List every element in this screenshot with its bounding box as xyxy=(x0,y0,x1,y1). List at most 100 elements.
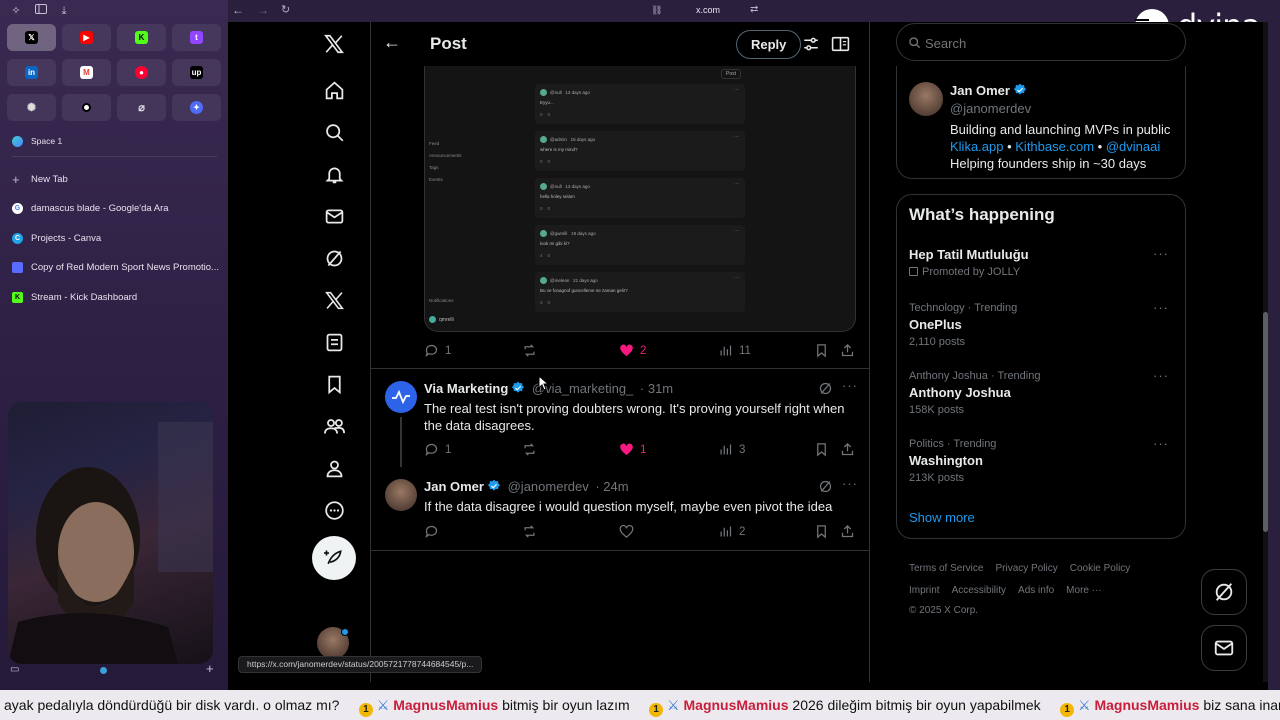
nav-profile[interactable] xyxy=(312,448,356,488)
pinned-tab-kick[interactable]: K xyxy=(117,24,166,51)
space-label[interactable]: Space 1 xyxy=(8,130,220,152)
pinned-tab-twitch[interactable]: t xyxy=(172,24,221,51)
space-dot-icon[interactable] xyxy=(100,667,107,674)
timestamp[interactable]: · 24m xyxy=(595,479,628,494)
pinned-tab-upwork[interactable]: up xyxy=(172,59,221,86)
views-action[interactable]: 2 xyxy=(718,524,745,539)
x-logo-button[interactable] xyxy=(312,24,356,64)
grok-floating-button[interactable] xyxy=(1201,569,1247,615)
repost-action[interactable] xyxy=(522,343,537,358)
like-action[interactable]: 2 xyxy=(619,343,646,358)
footer-link[interactable]: Privacy Policy xyxy=(995,563,1057,574)
more-options-icon[interactable]: ··· xyxy=(1153,246,1169,261)
share-action[interactable] xyxy=(840,524,855,539)
pinned-tab-chatgpt[interactable]: ✺ xyxy=(7,94,56,121)
pinned-tab-youtube-music[interactable]: ● xyxy=(117,59,166,86)
footer-link[interactable]: More ··· xyxy=(1066,585,1102,596)
avatar[interactable] xyxy=(385,381,417,413)
reply-action[interactable]: 1 xyxy=(424,343,451,358)
pinned-tab-gemini[interactable]: ✦ xyxy=(172,94,221,121)
pinned-tab-youtube[interactable]: ▶ xyxy=(62,24,111,51)
pinned-tab-dot[interactable] xyxy=(62,94,111,121)
profile-name[interactable]: Jan Omer xyxy=(950,83,1010,98)
profile-handle[interactable]: @janomerdev xyxy=(950,101,1031,116)
reply-post[interactable]: Jan Omer @janomerdev · 24m ··· If the da… xyxy=(371,467,869,550)
avatar[interactable] xyxy=(385,479,417,511)
show-more-link[interactable]: Show more xyxy=(909,510,975,525)
back-arrow-icon[interactable]: ← xyxy=(383,32,401,53)
reload-icon[interactable]: ↻ xyxy=(281,3,290,16)
display-name[interactable]: Via Marketing xyxy=(424,381,508,396)
tab-item[interactable]: K Stream - Kick Dashboard xyxy=(8,286,220,308)
filter-sliders-icon[interactable] xyxy=(802,35,820,53)
bookmark-action[interactable] xyxy=(814,442,829,457)
arc-logo-icon[interactable]: ✧ xyxy=(8,4,24,18)
display-name[interactable]: Jan Omer xyxy=(424,479,484,494)
sidebar-toggle-icon[interactable] xyxy=(33,4,49,18)
nav-lists[interactable] xyxy=(312,322,356,362)
pinned-tab-x[interactable]: 𝕏 xyxy=(7,24,56,51)
repost-action[interactable] xyxy=(522,524,537,539)
views-action[interactable]: 3 xyxy=(718,442,745,457)
bookmark-action[interactable] xyxy=(814,343,829,358)
nav-premium[interactable] xyxy=(312,280,356,320)
footer-link[interactable]: Terms of Service xyxy=(909,563,983,574)
compose-post-button[interactable] xyxy=(312,536,356,580)
trend-item[interactable]: Anthony Joshua · Trending Anthony Joshua… xyxy=(909,368,1171,418)
avatar[interactable] xyxy=(909,82,943,116)
handle[interactable]: @janomerdev xyxy=(508,479,589,494)
tab-item[interactable]: Copy of Red Modern Sport News Promotio..… xyxy=(8,256,220,278)
more-options-icon[interactable]: ··· xyxy=(842,378,858,393)
pinned-tab-linkedin[interactable]: in xyxy=(7,59,56,86)
repost-action[interactable] xyxy=(522,442,537,457)
like-action[interactable]: 1 xyxy=(619,442,646,457)
grok-icon[interactable] xyxy=(818,381,833,396)
footer-link[interactable]: Ads info xyxy=(1018,585,1054,596)
pinned-tab-gmail[interactable]: M xyxy=(62,59,111,86)
url-bar[interactable]: x.com xyxy=(688,5,728,15)
more-options-icon[interactable]: ··· xyxy=(1153,368,1169,383)
trend-item[interactable]: Technology · Trending OnePlus 2,110 post… xyxy=(909,300,1171,350)
reply-action[interactable]: 1 xyxy=(424,442,451,457)
bio-link[interactable]: Klika.app xyxy=(950,139,1003,154)
nav-explore[interactable] xyxy=(312,112,356,152)
messages-floating-button[interactable] xyxy=(1201,625,1247,671)
tab-item[interactable]: G damascus blade - Google'da Ara xyxy=(8,197,220,219)
reply-action[interactable] xyxy=(424,524,445,539)
trend-item[interactable]: Hep Tatil Mutluluğu Promoted by JOLLY ··… xyxy=(909,246,1171,280)
reply-post[interactable]: Via Marketing @via_marketing_ · 31m ··· … xyxy=(371,369,869,467)
nav-communities[interactable] xyxy=(312,406,356,446)
timestamp[interactable]: · 31m xyxy=(640,381,673,396)
link-icon[interactable]: ⛓ xyxy=(651,5,662,16)
nav-home[interactable] xyxy=(312,70,356,110)
trend-item[interactable]: Politics · Trending Washington 213K post… xyxy=(909,436,1171,486)
reply-button[interactable]: Reply xyxy=(736,30,802,59)
bookmark-action[interactable] xyxy=(814,524,829,539)
search-input[interactable] xyxy=(925,33,1125,53)
bio-link[interactable]: @dvinaai xyxy=(1106,139,1160,154)
forward-icon[interactable]: → xyxy=(257,3,269,17)
post-media-image[interactable]: Post Feed Announcements Tags Events Noti… xyxy=(424,66,856,332)
reader-view-icon[interactable] xyxy=(831,35,850,53)
pinned-tab-perplexity[interactable]: ⌀ xyxy=(117,94,166,121)
nav-grok[interactable] xyxy=(312,238,356,278)
downloads-icon[interactable]: ⤓ xyxy=(56,4,72,18)
search-box[interactable] xyxy=(896,23,1186,61)
more-options-icon[interactable]: ··· xyxy=(1153,436,1169,451)
add-icon[interactable]: + xyxy=(206,661,214,676)
nav-bookmarks[interactable] xyxy=(312,364,356,404)
new-tab-button[interactable]: + New Tab xyxy=(8,168,220,190)
more-options-icon[interactable]: ··· xyxy=(842,476,858,491)
views-action[interactable]: 11 xyxy=(718,343,751,358)
like-action[interactable] xyxy=(619,524,640,539)
footer-link[interactable]: Imprint xyxy=(909,585,940,596)
archive-icon[interactable]: ▭ xyxy=(10,664,19,675)
grok-icon[interactable] xyxy=(818,479,833,494)
more-options-icon[interactable]: ··· xyxy=(1153,300,1169,315)
settings-sliders-icon[interactable]: ⇄ xyxy=(750,4,758,15)
nav-more[interactable] xyxy=(312,490,356,530)
share-action[interactable] xyxy=(840,442,855,457)
bio-link[interactable]: Kithbase.com xyxy=(1015,139,1094,154)
nav-messages[interactable] xyxy=(312,196,356,236)
back-icon[interactable]: ← xyxy=(232,3,244,17)
